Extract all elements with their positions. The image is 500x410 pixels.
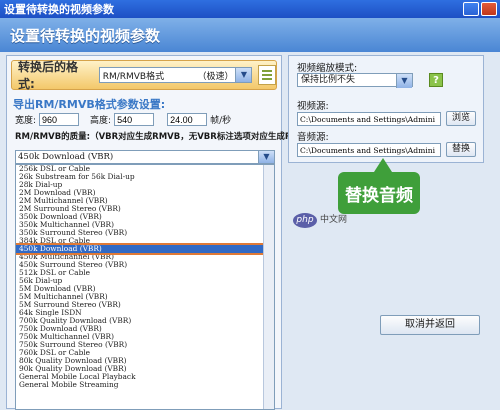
help-icon[interactable]: ? xyxy=(429,73,443,87)
video-source-label: 视频源: xyxy=(297,101,329,112)
width-label: 宽度: xyxy=(15,116,37,126)
window-controls xyxy=(463,2,500,16)
document-icon[interactable] xyxy=(258,65,277,85)
output-format-value: RM/RMVB格式 xyxy=(102,71,165,82)
quality-dropdown-list[interactable]: 256k DSL or Cable 26k Substream for 56k D… xyxy=(15,164,275,410)
audio-source-label: 音频源: xyxy=(297,132,329,143)
chevron-down-icon[interactable]: ▼ xyxy=(258,151,274,163)
dimensions-row: 宽度: 高度: 帧/秒 xyxy=(15,113,231,126)
window-titlebar: 设置待转换的视频参数 xyxy=(0,0,500,18)
params-section-title: 导出RM/RMVB格式参数设置: xyxy=(13,98,166,111)
quality-select-value: 450k Download (VBR) xyxy=(18,152,114,162)
quality-select[interactable]: 450k Download (VBR) ▼ xyxy=(15,150,275,164)
browse-button[interactable]: 浏览 xyxy=(446,111,476,126)
php-logo: php xyxy=(293,213,317,228)
quality-label: RM/RMVB的质量:（VBR对应生成RMVB，无VBR标注选项对应生成RM） xyxy=(15,132,309,142)
format-settings-panel: 转换后的格式: RM/RMVB格式 （极速） ▼ 导出RM/RMVB格式参数设置… xyxy=(6,55,308,410)
replace-audio-callout: 替换音频 xyxy=(338,158,420,214)
speed-tag: （极速） xyxy=(197,71,234,82)
output-format-label: 转换后的格式: xyxy=(18,60,79,91)
watermark-text: 中文网 xyxy=(320,215,348,225)
quality-option[interactable]: General Mobile Streaming xyxy=(16,381,274,389)
height-label: 高度: xyxy=(90,116,112,126)
close-window-button[interactable] xyxy=(481,2,497,16)
video-source-input[interactable] xyxy=(297,112,441,126)
output-format-select[interactable]: RM/RMVB格式 （极速） ▼ xyxy=(98,67,253,83)
output-format-box: 转换后的格式: RM/RMVB格式 （极速） ▼ xyxy=(11,60,277,91)
page-header: 设置待转换的视频参数 xyxy=(0,18,500,52)
quality-options: 256k DSL or Cable 26k Substream for 56k D… xyxy=(16,165,274,389)
scale-mode-value: 保持比例不失 xyxy=(301,75,356,85)
chevron-down-icon[interactable]: ▼ xyxy=(396,74,412,88)
width-input[interactable] xyxy=(39,113,80,126)
fps-input[interactable] xyxy=(167,113,208,126)
minimize-button[interactable] xyxy=(463,2,479,16)
scale-mode-label: 视频缩放模式: xyxy=(297,63,358,74)
audio-source-input[interactable] xyxy=(297,143,441,157)
scrollbar[interactable] xyxy=(263,165,274,409)
window-title: 设置待转换的视频参数 xyxy=(4,3,114,16)
replace-audio-button[interactable]: 替换 xyxy=(446,142,476,157)
height-input[interactable] xyxy=(114,113,155,126)
source-settings-panel: 视频缩放模式: 保持比例不失 ▼ ? 视频源: 浏览 音频源: 替换 xyxy=(288,55,484,163)
page-title: 设置待转换的视频参数 xyxy=(10,26,161,45)
watermark: php 中文网 xyxy=(293,212,347,228)
scale-mode-select[interactable]: 保持比例不失 ▼ xyxy=(297,73,413,88)
cancel-return-button[interactable]: 取消并返回 xyxy=(380,315,480,335)
chevron-down-icon[interactable]: ▼ xyxy=(235,68,252,82)
fps-unit-label: 帧/秒 xyxy=(210,116,232,126)
